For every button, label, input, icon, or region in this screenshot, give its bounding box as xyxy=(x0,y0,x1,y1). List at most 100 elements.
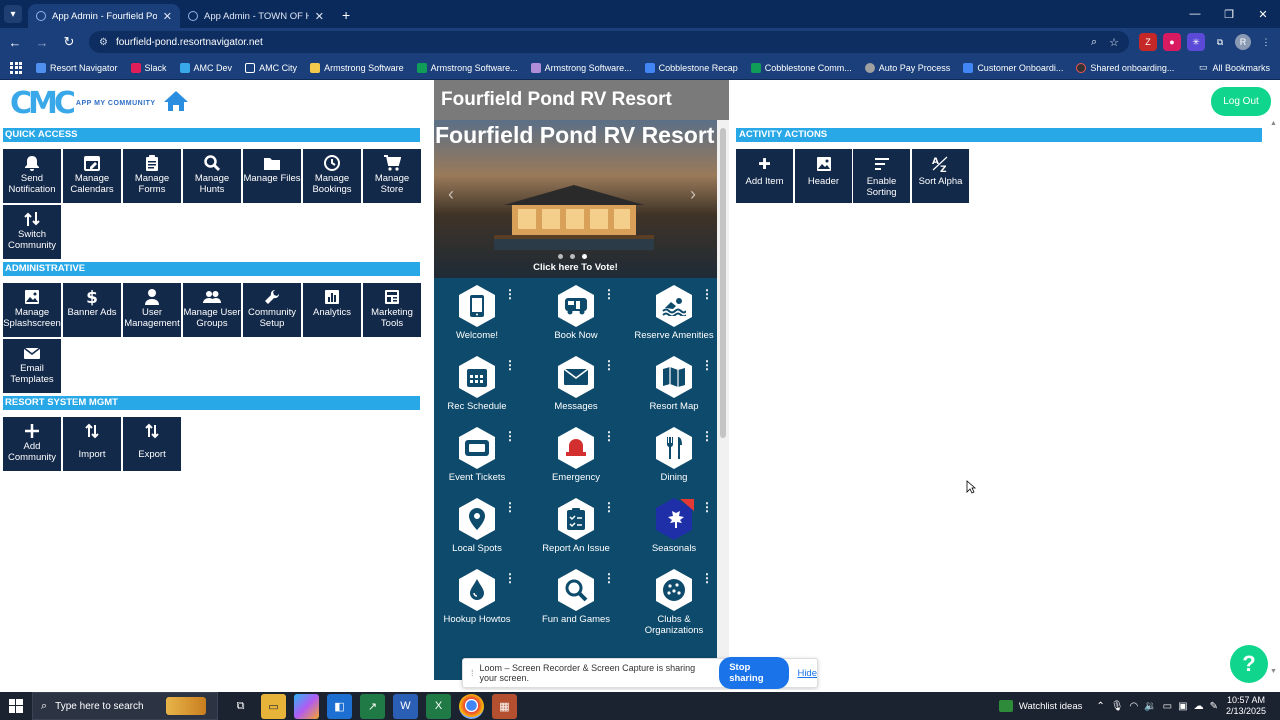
minimize-window-icon[interactable]: — xyxy=(1178,0,1212,28)
bookmark-item[interactable]: Auto Pay Process xyxy=(864,62,950,73)
home-icon[interactable] xyxy=(163,89,189,113)
item-menu-icon[interactable]: ⋮ xyxy=(701,501,713,513)
item-menu-icon[interactable]: ⋮ xyxy=(504,288,516,300)
onedrive-icon[interactable]: ☁ xyxy=(1194,701,1204,712)
start-button[interactable] xyxy=(0,692,32,720)
phone-preview[interactable]: Fourfield Pond RV Resort ‹ › Click here … xyxy=(434,120,717,680)
user-management-button[interactable]: User Management xyxy=(123,283,181,337)
item-menu-icon[interactable]: ⋮ xyxy=(603,359,615,371)
restore-window-icon[interactable]: ❐ xyxy=(1212,0,1246,28)
app-icon[interactable]: ⋮ Book Now xyxy=(529,284,623,354)
scrollbar-thumb[interactable] xyxy=(720,128,726,438)
item-menu-icon[interactable]: ⋮ xyxy=(504,430,516,442)
item-menu-icon[interactable]: ⋮ xyxy=(701,288,713,300)
bookmark-item[interactable]: Armstrong Software xyxy=(310,62,404,73)
wifi-icon[interactable]: ◠ xyxy=(1129,701,1138,712)
item-menu-icon[interactable]: ⋮ xyxy=(504,359,516,371)
extensions-puzzle-icon[interactable]: ⧉ xyxy=(1211,33,1229,51)
manage-bookings-button[interactable]: Manage Bookings xyxy=(303,149,361,203)
site-info-icon[interactable]: ⚙ xyxy=(99,37,108,48)
stop-sharing-button[interactable]: Stop sharing xyxy=(719,657,790,689)
export-button[interactable]: Export xyxy=(123,417,181,471)
carousel-prev-icon[interactable]: ‹ xyxy=(448,184,454,205)
app-icon[interactable]: ⋮ Hookup Howtos xyxy=(434,568,524,638)
bookmark-item[interactable]: Armstrong Software... xyxy=(416,62,518,73)
manage-hunts-button[interactable]: Manage Hunts xyxy=(183,149,241,203)
app-icon[interactable]: ⋮ Welcome! xyxy=(434,284,524,354)
item-menu-icon[interactable]: ⋮ xyxy=(603,288,615,300)
manage-files-button[interactable]: Manage Files xyxy=(243,149,301,203)
item-menu-icon[interactable]: ⋮ xyxy=(504,501,516,513)
weather-widget[interactable]: Watchlist ideas xyxy=(998,700,1082,712)
item-menu-icon[interactable]: ⋮ xyxy=(603,572,615,584)
carousel-next-icon[interactable]: › xyxy=(690,184,696,205)
bookmark-item[interactable]: AMC Dev xyxy=(179,62,232,73)
manage-calendars-button[interactable]: Manage Calendars xyxy=(63,149,121,203)
app-icon[interactable]: ⋮ Resort Map xyxy=(627,355,717,425)
app-icon[interactable]: ⋮ Seasonals xyxy=(627,497,717,567)
bookmark-item[interactable]: Cobblestone Recap xyxy=(644,62,738,73)
bookmark-item[interactable]: AMC City xyxy=(245,62,297,73)
bookmark-item[interactable]: Shared onboarding... xyxy=(1076,62,1174,73)
help-button[interactable]: ? xyxy=(1230,645,1268,683)
item-menu-icon[interactable]: ⋮ xyxy=(603,430,615,442)
volume-icon[interactable]: 🔉 xyxy=(1144,701,1156,712)
chrome-icon[interactable] xyxy=(459,693,484,719)
header-button[interactable]: Header xyxy=(795,149,852,203)
all-bookmarks-button[interactable]: ▭ All Bookmarks xyxy=(1199,62,1270,73)
copilot-icon[interactable] xyxy=(294,693,319,719)
app-icon[interactable]: ⋮ Local Spots xyxy=(434,497,524,567)
file-explorer-icon[interactable]: ▭ xyxy=(261,693,286,719)
close-tab-icon[interactable]: ✕ xyxy=(315,10,324,23)
community-setup-button[interactable]: Community Setup xyxy=(243,283,301,337)
scroll-down-icon[interactable]: ▼ xyxy=(1270,668,1277,675)
bookmark-star-icon[interactable]: ☆ xyxy=(1109,36,1119,49)
show-hidden-icons-icon[interactable]: ⌃ xyxy=(1096,701,1104,712)
back-button[interactable]: ← xyxy=(3,30,27,54)
sort-alpha-button[interactable]: AZ Sort Alpha xyxy=(912,149,969,203)
close-window-icon[interactable]: ✕ xyxy=(1246,0,1280,28)
apps-grid-icon[interactable] xyxy=(10,61,22,74)
manage-splashscreen-button[interactable]: Manage Splashscreen xyxy=(3,283,61,337)
page-scrollbar[interactable]: ▲ ▼ xyxy=(1268,120,1280,690)
app-icon[interactable]: ⋮ Reserve Amenities xyxy=(627,284,717,354)
send-notification-button[interactable]: Send Notification xyxy=(3,149,61,203)
excel-icon[interactable]: X xyxy=(426,693,451,719)
new-tab-button[interactable]: + xyxy=(342,7,350,23)
reload-button[interactable]: ↻ xyxy=(57,30,81,54)
browser-menu-icon[interactable]: ⋮ xyxy=(1257,33,1275,51)
bookmark-item[interactable]: Armstrong Software... xyxy=(530,62,632,73)
word-icon[interactable]: W xyxy=(393,693,418,719)
meet-now-icon[interactable]: ▣ xyxy=(1178,701,1187,712)
photos-app-icon[interactable]: ▦ xyxy=(492,693,517,719)
bookmark-item[interactable]: Cobblestone Comm... xyxy=(750,62,852,73)
store-icon[interactable]: ◧ xyxy=(327,693,352,719)
bookmark-item[interactable]: Resort Navigator xyxy=(36,62,118,73)
import-button[interactable]: Import xyxy=(63,417,121,471)
item-menu-icon[interactable]: ⋮ xyxy=(603,501,615,513)
app-icon[interactable]: ⋮ Event Tickets xyxy=(434,426,524,496)
system-clock[interactable]: 10:57 AM 2/13/2025 xyxy=(1226,695,1266,717)
item-menu-icon[interactable]: ⋮ xyxy=(701,572,713,584)
logout-button[interactable]: Log Out xyxy=(1211,87,1271,116)
browser-tab-2[interactable]: App Admin - TOWN OF HAMDEN ✕ xyxy=(180,4,332,28)
app-icon[interactable]: ⋮ Fun and Games xyxy=(529,568,623,638)
item-menu-icon[interactable]: ⋮ xyxy=(504,572,516,584)
app-icon[interactable]: ⋮ Report An Issue xyxy=(529,497,623,567)
extension-loom-icon[interactable]: ✳ xyxy=(1187,33,1205,51)
switch-community-button[interactable]: Switch Community xyxy=(3,205,61,259)
bookmark-item[interactable]: Customer Onboardi... xyxy=(963,62,1063,73)
forward-button[interactable]: → xyxy=(30,30,54,54)
profile-avatar-icon[interactable]: R xyxy=(1235,34,1251,50)
app-icon[interactable]: ⋮ Clubs & Organizations xyxy=(627,568,717,638)
banner-carousel[interactable]: Fourfield Pond RV Resort ‹ › Click here … xyxy=(434,120,717,278)
app-icon[interactable]: ⋮ Dining xyxy=(627,426,717,496)
carousel-dot[interactable] xyxy=(582,254,587,259)
add-item-button[interactable]: ✚ Add Item xyxy=(736,149,793,203)
app-icon[interactable]: ⋮ Rec Schedule xyxy=(434,355,524,425)
analytics-button[interactable]: Analytics xyxy=(303,283,361,337)
excel-chart-icon[interactable]: ↗ xyxy=(360,693,385,719)
tab-search-button[interactable]: ▾ xyxy=(4,5,22,23)
carousel-dot[interactable] xyxy=(558,254,563,259)
address-bar[interactable]: ⚙ fourfield-pond.resortnavigator.net ⌕ ☆ xyxy=(89,31,1129,53)
